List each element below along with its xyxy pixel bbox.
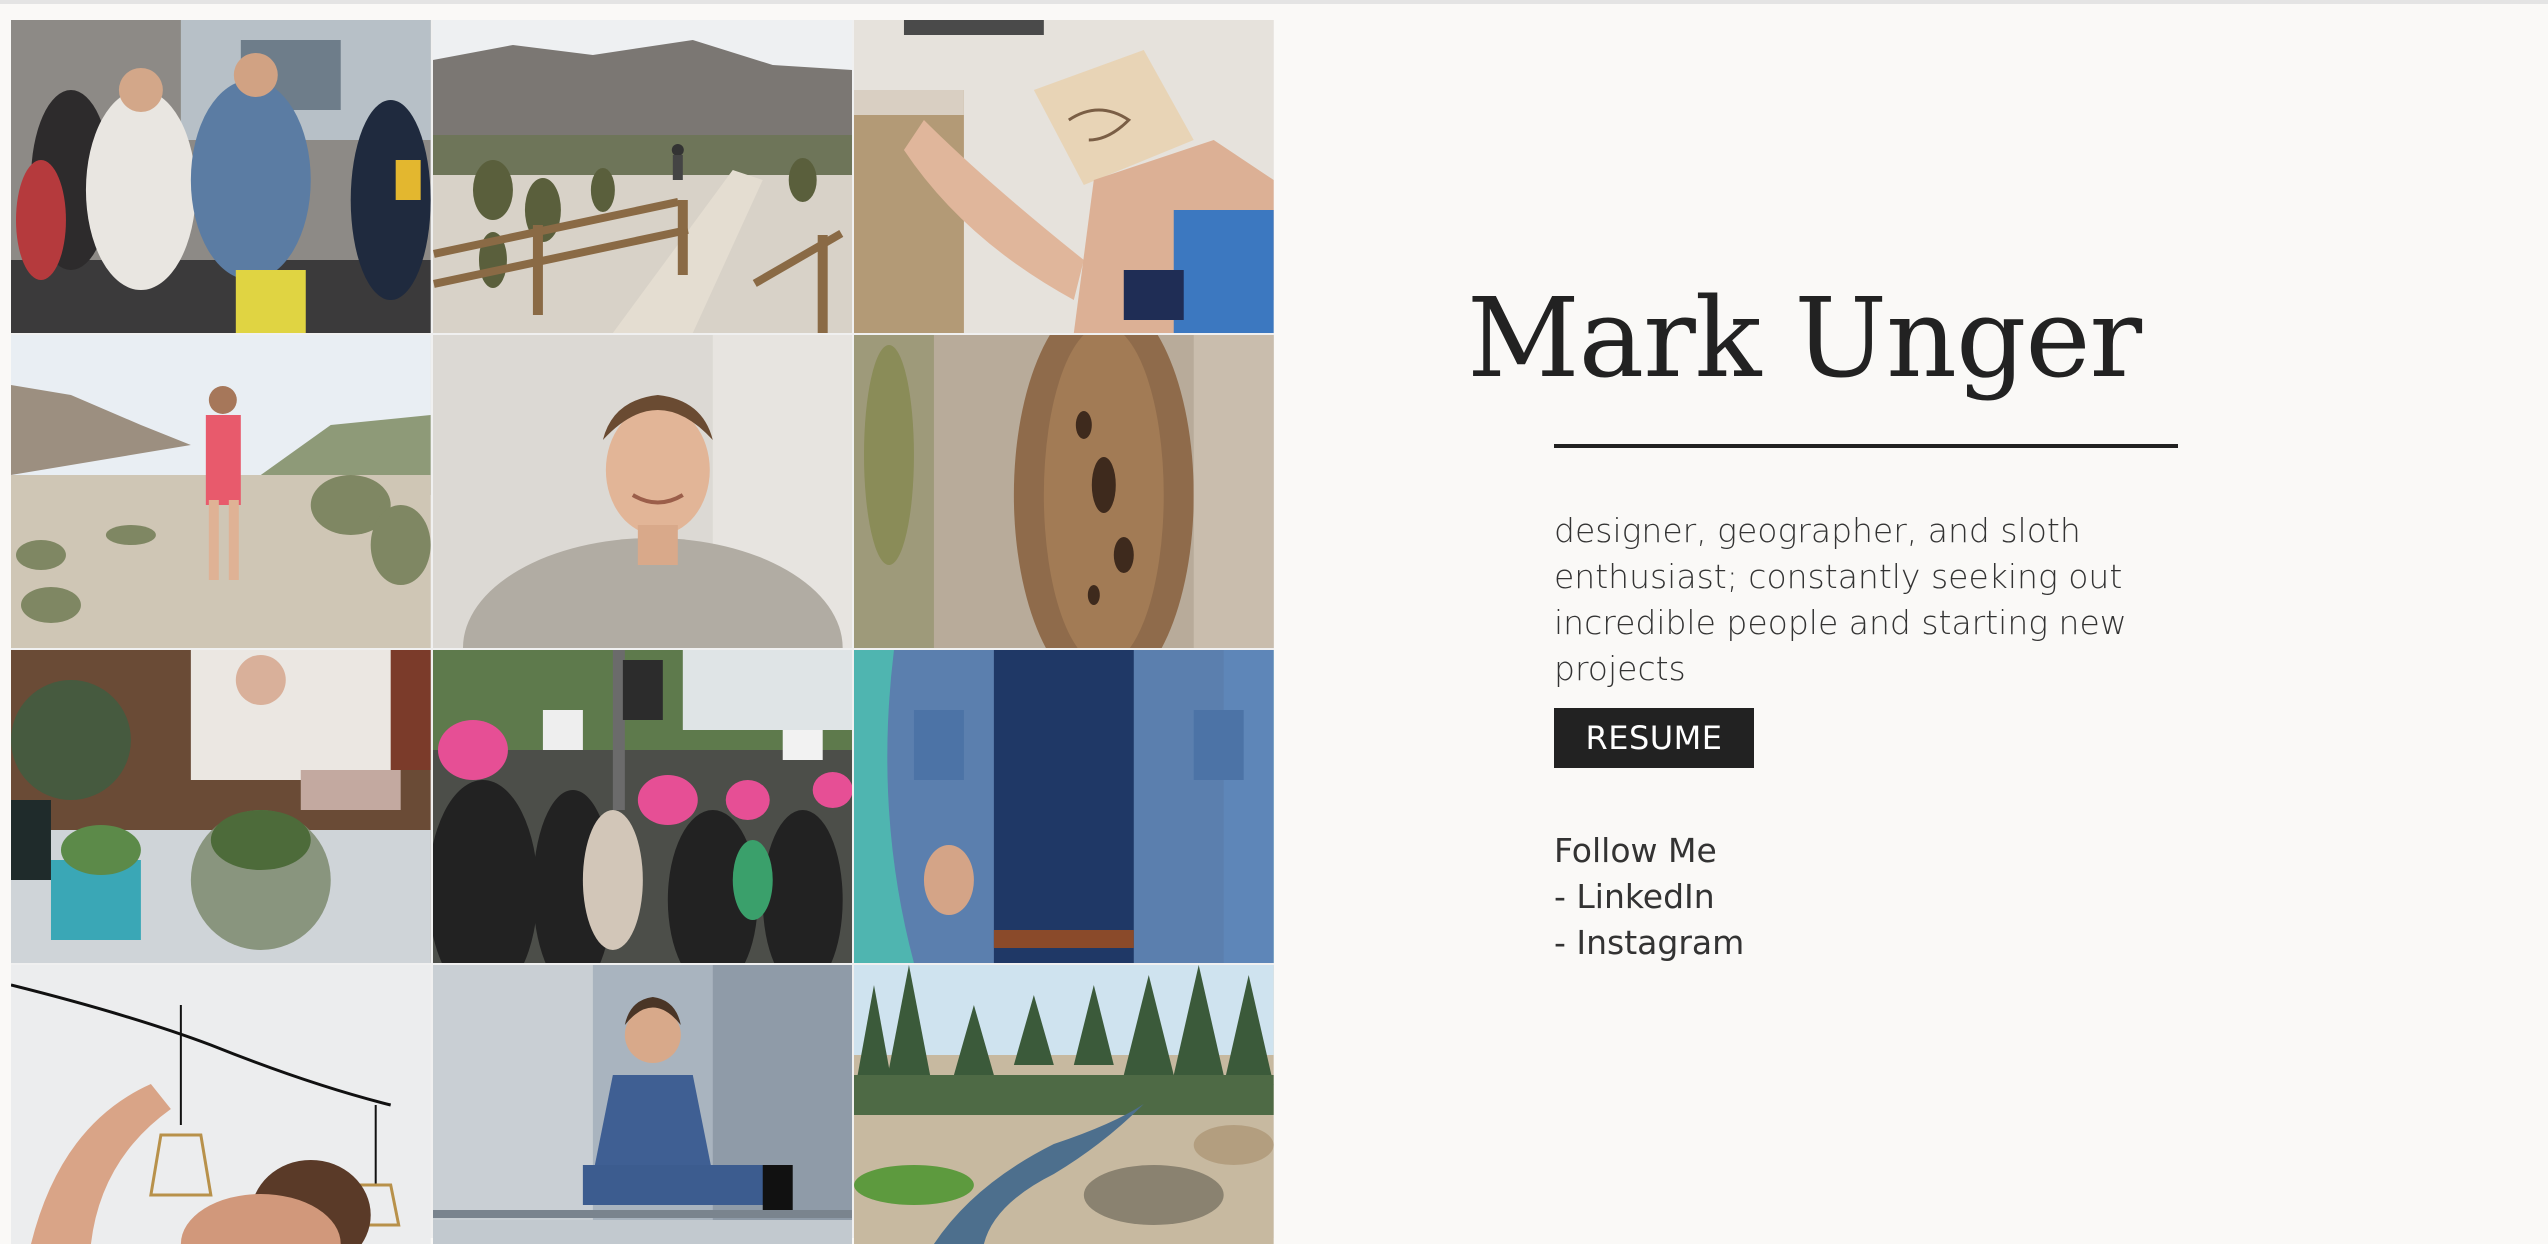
gallery-photo-sitting-railing[interactable]: [432, 965, 853, 1244]
browser-top-edge: [0, 0, 2548, 4]
instagram-link[interactable]: - Instagram: [1554, 920, 1744, 966]
profile-name: Mark Unger: [1467, 274, 2142, 402]
gallery-photo-portrait[interactable]: [432, 335, 853, 648]
resume-button[interactable]: RESUME: [1554, 708, 1754, 768]
gallery-photo-protest[interactable]: [432, 650, 853, 963]
gallery-photo-pendant-lights[interactable]: [11, 965, 431, 1244]
gallery-photo-drawing-desk[interactable]: [854, 20, 1274, 333]
gallery-photo-desert-cactus[interactable]: [432, 20, 853, 333]
linkedin-link[interactable]: - LinkedIn: [1554, 874, 1744, 920]
social-links: Follow Me - LinkedIn - Instagram: [1554, 828, 1744, 966]
gallery-photo-desert-hiker[interactable]: [11, 335, 431, 648]
gallery-photo-denim-jacket[interactable]: [854, 650, 1274, 963]
divider: [1554, 444, 2178, 448]
gallery-photo-cactus-closeup[interactable]: [854, 335, 1274, 648]
profile-bio: designer, geographer, and sloth enthusia…: [1554, 511, 2127, 688]
gallery-photo-forest-stream[interactable]: [854, 965, 1274, 1244]
follow-heading: Follow Me: [1554, 831, 1717, 870]
photo-gallery: [11, 20, 1274, 1244]
gallery-photo-terrarium[interactable]: [11, 650, 431, 963]
gallery-photo-crowd-party[interactable]: [11, 20, 431, 333]
